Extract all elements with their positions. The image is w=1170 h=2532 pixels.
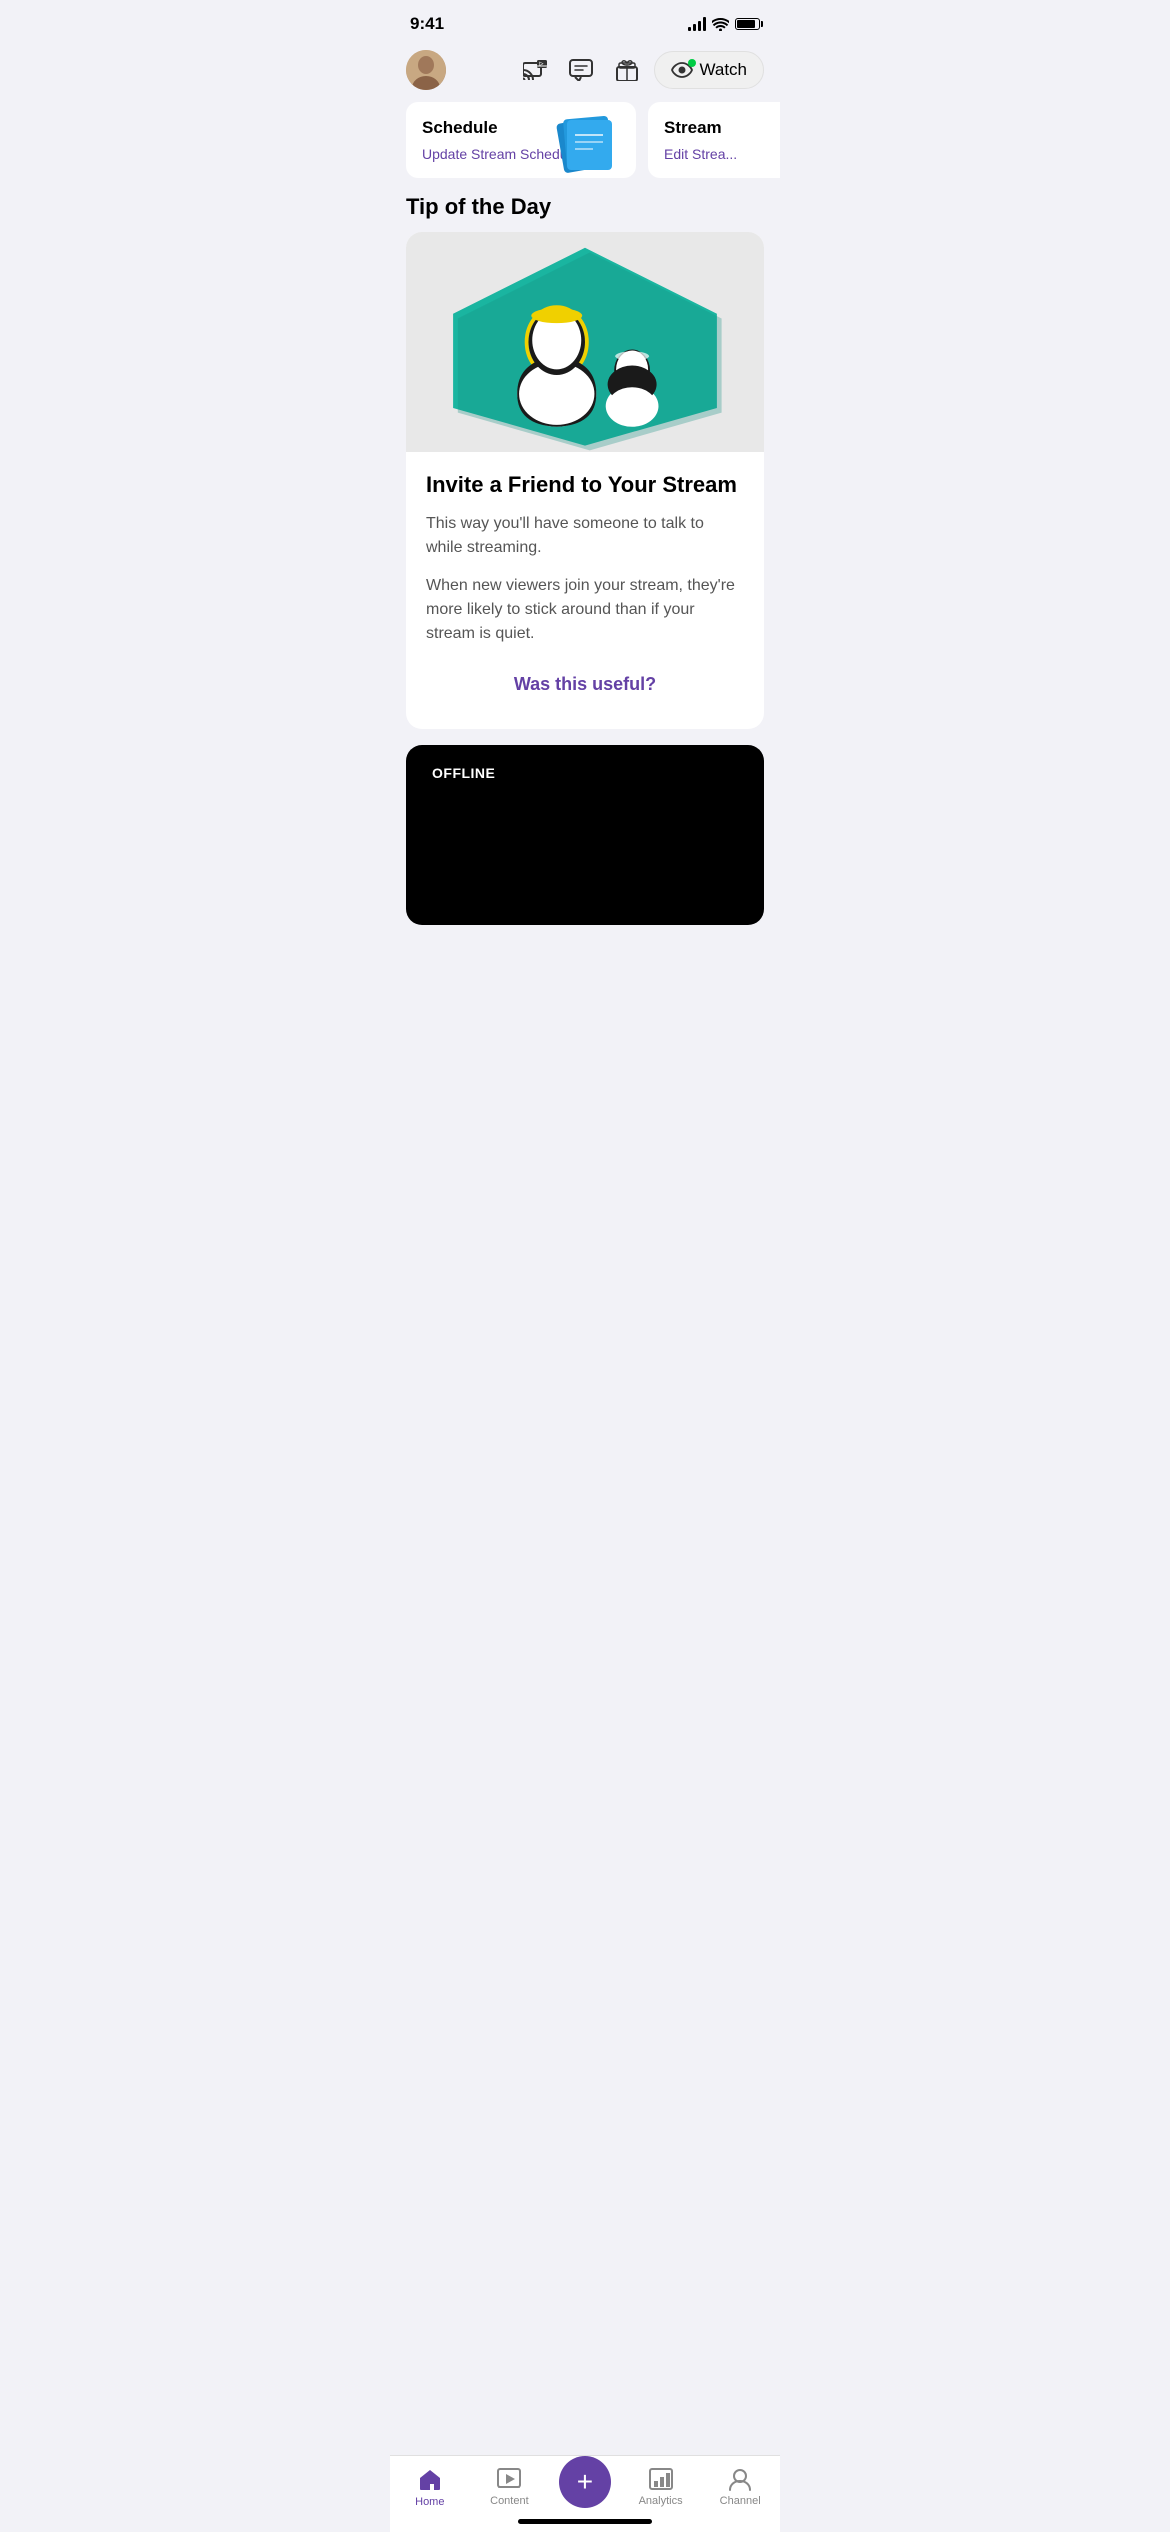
tip-image [406,232,764,452]
status-bar: 9:41 [390,0,780,42]
tip-title: Invite a Friend to Your Stream [426,472,744,498]
add-icon: + [577,2468,593,2496]
watch-label: Watch [699,60,747,80]
tab-analytics[interactable]: Analytics [631,2467,691,2507]
top-nav: ▷ [390,42,780,102]
offline-badge: OFFLINE [422,761,505,785]
section-title: Tip of the Day [390,178,780,232]
chat-button[interactable] [562,51,600,89]
stream-card-title: Stream [664,118,780,138]
offline-card: OFFLINE [406,745,764,925]
schedule-card: Schedule Update Stream Schedule › [406,102,636,178]
tab-channel[interactable]: Channel [710,2467,770,2507]
tab-channel-label: Channel [720,2495,761,2507]
content-icon [496,2467,522,2491]
tip-useful-section: Was this useful? [426,660,744,709]
tab-home[interactable]: Home [400,2466,460,2508]
tab-add-button[interactable]: + [559,2456,611,2508]
tab-home-label: Home [415,2496,444,2508]
home-indicator [518,2519,652,2524]
nav-icons: ▷ [458,51,764,89]
tab-content-label: Content [490,2495,529,2507]
battery-icon [735,18,760,30]
tip-card: Invite a Friend to Your Stream This way … [406,232,764,729]
signal-bars-icon [688,17,706,31]
stream-link[interactable]: Edit Strea... [664,146,780,162]
cards-row: Schedule Update Stream Schedule › [390,102,780,178]
status-icons [688,17,760,31]
tip-paragraph-2: When new viewers join your stream, they'… [426,574,744,646]
tab-analytics-label: Analytics [639,2495,683,2507]
eye-container [671,62,693,78]
stream-card: Stream Edit Strea... [648,102,780,178]
home-icon [417,2466,443,2492]
wifi-icon [712,18,729,31]
cast-button[interactable]: ▷ [516,51,554,89]
analytics-icon [648,2467,674,2491]
gift-button[interactable] [608,51,646,89]
tip-paragraph-1: This way you'll have someone to talk to … [426,512,744,560]
schedule-card-image [555,110,620,175]
tip-content: Invite a Friend to Your Stream This way … [406,452,764,729]
avatar[interactable] [406,50,446,90]
status-time: 9:41 [410,14,444,34]
tip-useful-link[interactable]: Was this useful? [514,674,656,694]
tab-content[interactable]: Content [479,2467,539,2507]
scroll-area: Schedule Update Stream Schedule › [390,102,780,1015]
live-dot [688,59,696,67]
channel-icon [727,2467,753,2491]
watch-button[interactable]: Watch [654,51,764,89]
